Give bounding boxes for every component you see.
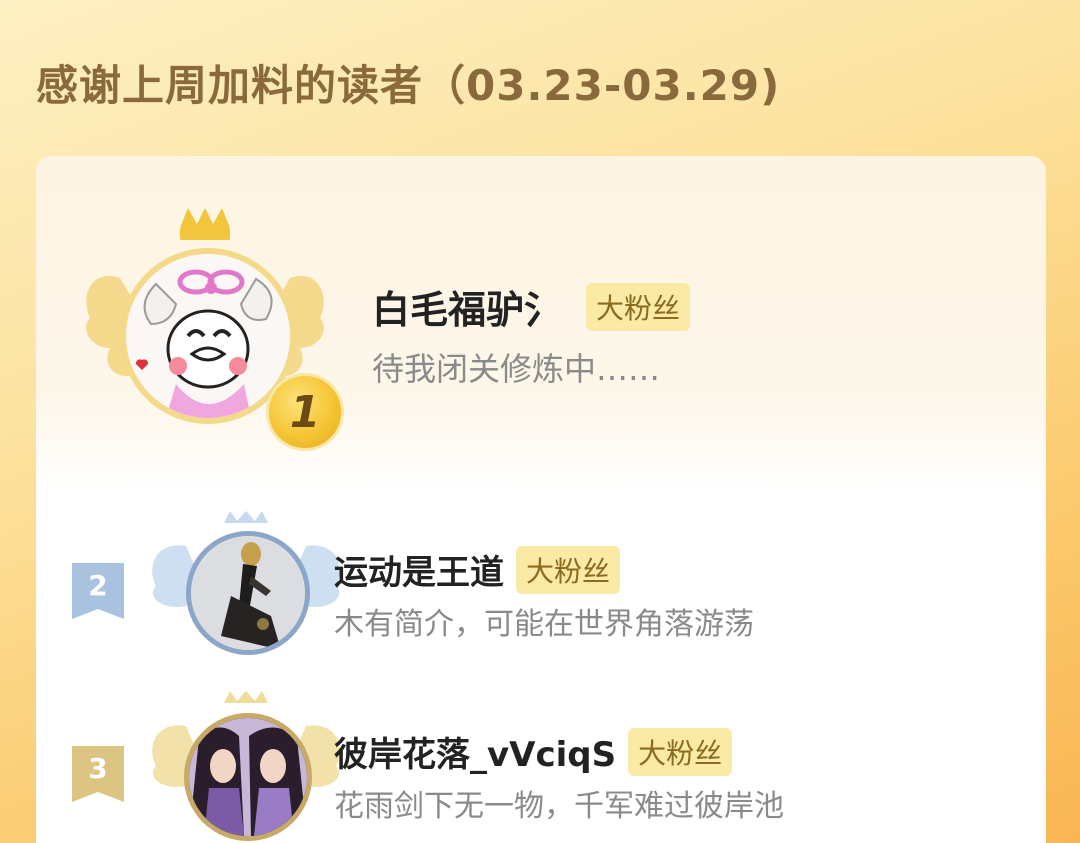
reader-entry-1[interactable]: 1 白毛福驴氵 大粉丝 待我闭关修炼中……: [36, 156, 1046, 496]
fan-badge: 大粉丝: [516, 545, 621, 594]
reader-bio: 花雨剑下无一物，千军难过彼岸池: [334, 789, 784, 824]
reader-entry-2[interactable]: 2 运动是王道 大粉丝 木有简介，可能在世界角落游荡: [36, 511, 1046, 681]
reader-name[interactable]: 白毛福驴氵: [372, 279, 562, 334]
figure-statue-avatar-icon: [191, 536, 305, 650]
page-title: 感谢上周加料的读者（03.23-03.29): [36, 61, 781, 110]
avatar-frame: 1: [80, 208, 344, 451]
avatar[interactable]: [184, 713, 312, 841]
rank-tag-2: 2: [72, 563, 124, 623]
avatar-frame: [146, 691, 346, 841]
twin-heroines-avatar-icon: [189, 718, 307, 836]
fan-badge: 大粉丝: [586, 282, 691, 331]
cartoon-bunny-avatar-icon: [126, 254, 290, 418]
reader-bio: 待我闭关修炼中……: [372, 350, 661, 388]
rank-medal-1: 1: [266, 373, 344, 451]
reader-name[interactable]: 彼岸花落_vVciqS: [334, 727, 616, 776]
reader-bio: 木有简介，可能在世界角落游荡: [334, 607, 754, 642]
avatar[interactable]: [186, 531, 310, 655]
crown-icon: [180, 208, 230, 228]
reader-name[interactable]: 运动是王道: [334, 545, 504, 594]
fan-badge: 大粉丝: [628, 727, 733, 776]
reader-ranking-card: 1 白毛福驴氵 大粉丝 待我闭关修炼中…… 2 运动是王道 大粉丝 木有简介，可…: [36, 156, 1046, 843]
rank-tag-3: 3: [72, 746, 124, 806]
avatar-frame: [146, 511, 346, 661]
reader-entry-3[interactable]: 3 彼岸花落_vVciqS 大粉丝 花雨剑下无一物，千军难过彼岸池: [36, 691, 1046, 843]
